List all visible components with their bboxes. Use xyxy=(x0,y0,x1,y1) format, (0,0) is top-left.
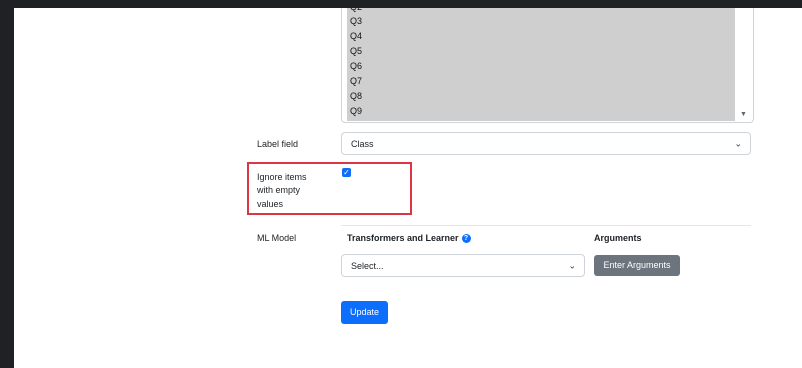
checkmark-icon: ✓ xyxy=(343,168,350,177)
label-field-select[interactable]: Class ⌄ xyxy=(341,132,751,155)
list-option[interactable]: Q8 xyxy=(350,90,362,102)
list-option[interactable]: Q9 xyxy=(350,105,362,117)
chevron-down-icon: ⌄ xyxy=(568,260,576,270)
help-icon[interactable]: ? xyxy=(461,234,471,244)
ignore-empty-label-line1: Ignore items xyxy=(257,172,307,182)
transformers-header-text: Transformers and Learner xyxy=(347,233,459,243)
ml-model-label: ML Model xyxy=(257,233,297,243)
label-field-label: Label field xyxy=(257,139,299,149)
ignore-empty-label-line3: values xyxy=(257,199,284,209)
list-option[interactable]: Q2 xyxy=(350,8,362,13)
list-option[interactable]: Q7 xyxy=(350,75,362,87)
update-button[interactable]: Update xyxy=(341,301,388,324)
model-select[interactable]: Select... ⌄ xyxy=(341,254,585,277)
selected-options-area: Q2 Q3 Q4 Q5 Q6 Q7 Q8 Q9 xyxy=(347,8,735,121)
list-option[interactable]: Q3 xyxy=(350,15,362,27)
divider xyxy=(341,225,751,226)
enter-arguments-button[interactable]: Enter Arguments xyxy=(594,255,680,276)
arguments-header: Arguments xyxy=(594,233,642,243)
form-page: Q2 Q3 Q4 Q5 Q6 Q7 Q8 Q9 ▼ Label field Cl… xyxy=(14,8,802,368)
list-option[interactable]: Q6 xyxy=(350,60,362,72)
chevron-down-icon: ⌄ xyxy=(734,138,742,148)
list-option[interactable]: Q4 xyxy=(350,30,362,42)
scroll-down-icon[interactable]: ▼ xyxy=(740,111,747,118)
column-multiselect[interactable]: Q2 Q3 Q4 Q5 Q6 Q7 Q8 Q9 ▼ xyxy=(341,8,754,123)
ignore-empty-label-line2: with empty xyxy=(257,185,301,195)
model-select-value: Select... xyxy=(351,260,384,271)
label-field-value: Class xyxy=(351,138,374,149)
transformers-header: Transformers and Learner? xyxy=(347,233,471,244)
list-option[interactable]: Q5 xyxy=(350,45,362,57)
ignore-empty-checkbox[interactable]: ✓ xyxy=(342,168,351,177)
